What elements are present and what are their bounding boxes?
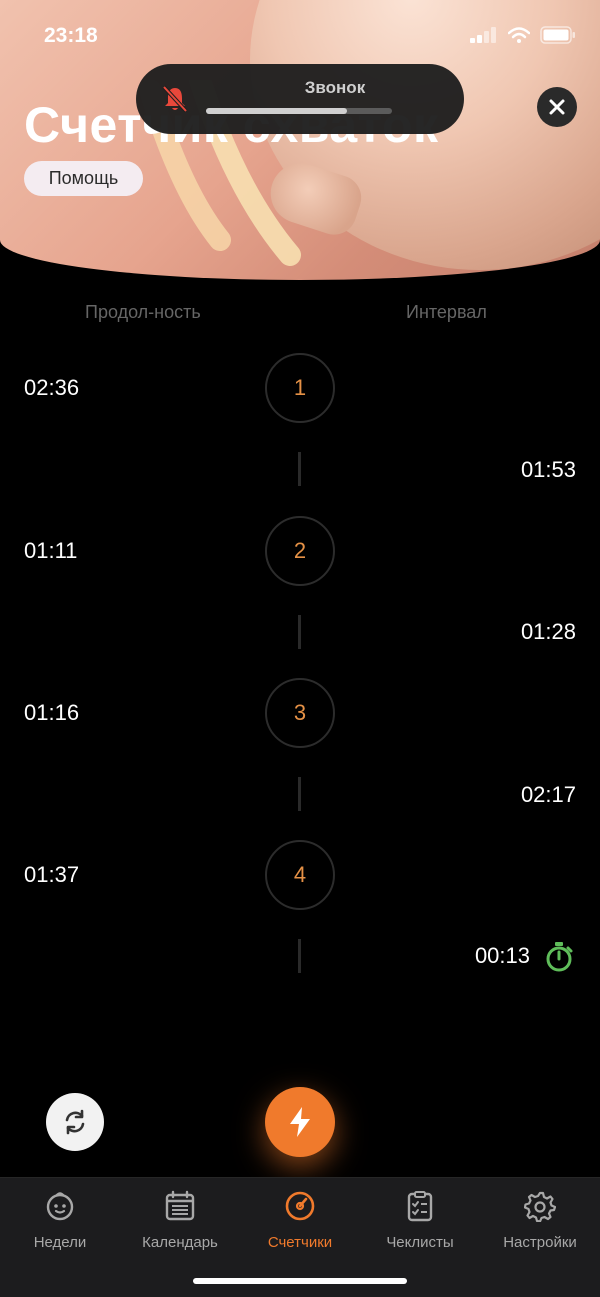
gear-icon: [524, 1191, 556, 1222]
interval-column-header: Интервал: [406, 302, 487, 322]
tab-label: Чеклисты: [386, 1234, 454, 1251]
wifi-icon: [508, 27, 530, 43]
help-button[interactable]: Помощь: [24, 161, 143, 196]
status-time: 23:18: [44, 24, 98, 47]
contraction-interval: 01:28: [520, 619, 576, 644]
gauge-icon: [285, 1191, 315, 1221]
duration-column-header: Продол-ность: [85, 302, 201, 322]
timeline-connector: [298, 452, 301, 486]
current-interval-timer: 00:13: [474, 943, 530, 968]
tab-weeks[interactable]: Недели: [0, 1188, 120, 1251]
tab-label: Счетчики: [267, 1234, 333, 1251]
timeline-connector: [298, 777, 301, 811]
tab-counters[interactable]: Счетчики: [240, 1188, 360, 1251]
tab-label: Настройки: [503, 1234, 577, 1251]
contraction-number: 2: [265, 516, 335, 586]
status-bar: 23:18: [0, 0, 600, 70]
battery-icon: [540, 26, 575, 44]
checklist-icon: [407, 1191, 433, 1222]
ringer-volume-fill: [206, 108, 348, 114]
stopwatch-icon: [546, 942, 573, 972]
contraction-interval: 02:17: [520, 782, 576, 807]
tab-settings[interactable]: Настройки: [480, 1188, 600, 1251]
contraction-number: 1: [265, 353, 335, 423]
lightning-icon: [290, 1107, 310, 1137]
calendar-icon: [165, 1190, 195, 1221]
contraction-number: 4: [265, 840, 335, 910]
cellular-signal-icon: [470, 27, 496, 43]
home-indicator: [193, 1278, 407, 1284]
tab-label: Недели: [33, 1234, 87, 1251]
contraction-duration: 01:11: [24, 538, 78, 563]
contraction-interval: 01:53: [520, 457, 576, 482]
tab-label: Календарь: [142, 1234, 218, 1251]
contraction-duration: 02:36: [24, 375, 80, 400]
baby-face-icon: [46, 1192, 74, 1221]
timeline-connector: [298, 939, 301, 973]
contraction-duration: 01:37: [24, 862, 80, 887]
close-icon: [549, 99, 565, 115]
timeline-connector: [298, 615, 301, 649]
ringer-volume-track: [206, 108, 392, 114]
refresh-icon: [65, 1109, 85, 1135]
reset-button[interactable]: [46, 1093, 104, 1151]
close-button[interactable]: [537, 87, 577, 127]
contraction-number: 3: [265, 678, 335, 748]
ringer-label: Звонок: [304, 78, 366, 97]
tab-calendar[interactable]: Календарь: [120, 1188, 240, 1251]
start-contraction-button[interactable]: [265, 1087, 335, 1157]
contraction-duration: 01:16: [24, 700, 80, 725]
tab-checklists[interactable]: Чеклисты: [360, 1188, 480, 1251]
ringer-hud: Звонок: [136, 64, 464, 134]
